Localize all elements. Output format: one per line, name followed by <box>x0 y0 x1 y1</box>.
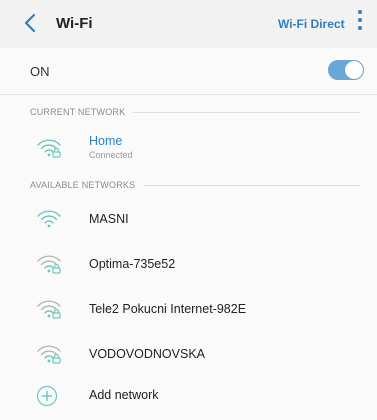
back-arrow-icon[interactable] <box>20 12 42 34</box>
wifi-toggle-label: ON <box>30 64 50 79</box>
plus-icon <box>36 385 58 407</box>
network-name: Home <box>89 134 123 148</box>
network-name: VODOVODNOVSKA <box>89 347 205 361</box>
toggle-knob <box>345 61 363 79</box>
wifi-toggle-row[interactable]: ON <box>0 48 377 95</box>
app-header: Wi-Fi Wi-Fi Direct <box>0 0 377 48</box>
section-title-current: CURRENT NETWORK <box>30 107 126 117</box>
section-header-current: CURRENT NETWORK <box>30 107 360 117</box>
wifi-toggle-switch[interactable] <box>328 60 364 80</box>
more-options-icon[interactable] <box>355 10 365 36</box>
section-header-available: AVAILABLE NETWORKS <box>30 180 360 190</box>
section-title-available: AVAILABLE NETWORKS <box>30 180 136 190</box>
wifi-open-icon <box>37 210 61 228</box>
network-item[interactable]: VODOVODNOVSKA <box>0 335 377 375</box>
network-item-home[interactable]: Home Connected <box>0 129 377 169</box>
add-network-label: Add network <box>89 388 159 402</box>
network-item[interactable]: MASNI <box>0 200 377 240</box>
network-status: Connected <box>89 150 133 160</box>
page-title: Wi-Fi <box>56 15 93 32</box>
network-name: Optima-735e52 <box>89 257 176 271</box>
network-name: Tele2 Pokucni Internet-982E <box>89 302 247 316</box>
network-name: MASNI <box>89 212 129 226</box>
wifi-direct-button[interactable]: Wi-Fi Direct <box>278 17 345 31</box>
wifi-secured-icon <box>37 255 61 274</box>
wifi-secured-icon <box>37 300 61 319</box>
wifi-secured-icon <box>37 345 61 364</box>
add-network-button[interactable]: Add network <box>0 380 377 420</box>
wifi-secured-icon <box>37 139 61 158</box>
network-item[interactable]: Tele2 Pokucni Internet-982E <box>0 290 377 330</box>
network-item[interactable]: Optima-735e52 <box>0 245 377 285</box>
